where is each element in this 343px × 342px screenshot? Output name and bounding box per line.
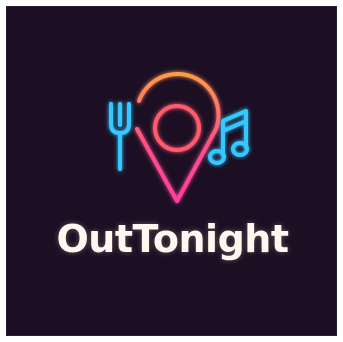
logo-emblem bbox=[109, 72, 249, 203]
music-note-icon bbox=[208, 109, 249, 165]
plate-icon bbox=[153, 104, 201, 152]
map-pin-icon bbox=[135, 72, 221, 203]
logo-card: OutTonight bbox=[6, 6, 337, 336]
fork-icon bbox=[109, 102, 131, 171]
brand-name: OutTonight bbox=[56, 217, 290, 261]
